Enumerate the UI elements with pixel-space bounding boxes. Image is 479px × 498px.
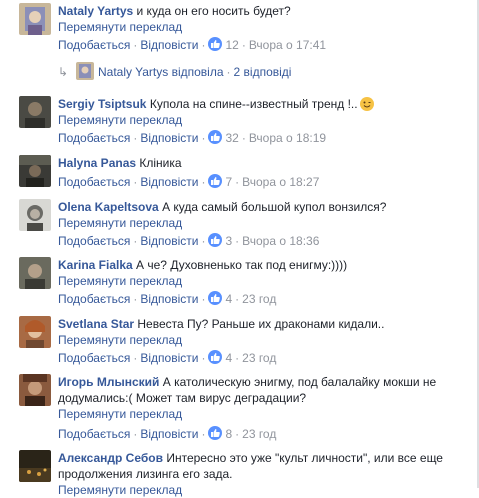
comment-body: Игорь Млынский А католическую энигму, по…	[58, 374, 468, 422]
wink-emoji-icon	[359, 97, 374, 111]
avatar[interactable]	[19, 199, 51, 231]
comment-author[interactable]: Karina Fialka	[58, 258, 133, 272]
thumbs-up-icon[interactable]	[208, 291, 223, 305]
comment-body: Sergiy Tsiptsuk Купола на спине--известн…	[58, 96, 468, 128]
comment: Александр Себов Интересно это уже "культ…	[0, 450, 476, 497]
comment-actions: Подобається · Відповісти · 8 · 23 год	[58, 426, 277, 441]
comment-time[interactable]: Вчора о 17:41	[249, 38, 326, 52]
comment-text: А куда самый большой купол вонзился?	[162, 200, 387, 214]
comment-author[interactable]: Halyna Panas	[58, 156, 136, 170]
reply-button[interactable]: Відповісти	[140, 38, 198, 52]
comment-actions: Подобається · Відповісти · 7 · Вчора о 18:27	[58, 174, 320, 189]
comment-author[interactable]: Игорь Млынский	[58, 375, 159, 389]
like-count[interactable]: 32	[225, 131, 238, 145]
comment-time[interactable]: Вчора о 18:19	[249, 131, 326, 145]
comment: Svetlana Star Невеста Пу? Раньше их драк…	[0, 316, 476, 371]
like-button[interactable]: Подобається	[58, 175, 130, 189]
comment: Игорь Млынский А католическую энигму, по…	[0, 374, 476, 444]
comment-actions: Подобається · Відповісти · 3 · Вчора о 18:36	[58, 233, 320, 248]
comment-time[interactable]: 23 год	[242, 292, 276, 306]
like-button[interactable]: Подобається	[58, 234, 130, 248]
comment-text: Кліника	[139, 156, 182, 170]
comment-text: и куда он его носить будет?	[136, 4, 291, 18]
thumbs-up-icon[interactable]	[208, 130, 223, 144]
comment-time[interactable]: Вчора о 18:27	[242, 175, 319, 189]
comment-body: Александр Себов Интересно это уже "культ…	[58, 450, 468, 498]
reply-arrow-icon: ↳	[58, 65, 69, 79]
comment: Karina Fialka А че? Духовненько так под …	[0, 257, 476, 312]
like-button[interactable]: Подобається	[58, 292, 130, 306]
comment-text: Купола на спине--известный тренд !..	[149, 97, 358, 111]
comment-actions: Подобається · Відповісти · 12 · Вчора о 17:41	[58, 37, 327, 52]
reply-button[interactable]: Відповісти	[140, 234, 198, 248]
comment: Nataly Yartys и куда он его носить будет…	[0, 3, 476, 83]
see-translation-link[interactable]: Перемянути переклад	[58, 406, 468, 422]
see-translation-link[interactable]: Перемянути переклад	[58, 19, 468, 35]
thumbs-up-icon[interactable]	[208, 233, 223, 247]
like-count[interactable]: 12	[225, 38, 238, 52]
reply-button[interactable]: Відповісти	[140, 175, 198, 189]
reply-button[interactable]: Відповісти	[140, 131, 198, 145]
reply-avatar	[76, 62, 94, 80]
avatar[interactable]	[19, 257, 51, 289]
thumbs-up-icon[interactable]	[208, 174, 223, 188]
see-translation-link[interactable]: Перемянути переклад	[58, 273, 468, 289]
comment-body: Karina Fialka А че? Духовненько так под …	[58, 257, 468, 289]
like-button[interactable]: Подобається	[58, 351, 130, 365]
thumbs-up-icon[interactable]	[208, 350, 223, 364]
avatar[interactable]	[19, 374, 51, 406]
see-translation-link[interactable]: Перемянути переклад	[58, 332, 468, 348]
comment: Halyna Panas Кліника Подобається · Відпові…	[0, 155, 476, 193]
reply-author[interactable]: Nataly Yartys	[98, 65, 168, 79]
comment-text: А че? Духовненько так под енигму:))))	[136, 258, 348, 272]
replies-summary[interactable]: ↳ Nataly Yartys відповіла · 2 відповіді	[58, 62, 291, 82]
comment-author[interactable]: Sergiy Tsiptsuk	[58, 97, 146, 111]
like-button[interactable]: Подобається	[58, 131, 130, 145]
avatar[interactable]	[19, 3, 51, 35]
see-translation-link[interactable]: Перемянути переклад	[58, 482, 468, 498]
comment-time[interactable]: 23 год	[242, 427, 276, 441]
comment-author[interactable]: Александр Себов	[58, 451, 163, 465]
comment: Sergiy Tsiptsuk Купола на спине--известн…	[0, 96, 476, 151]
comment-actions: Подобається · Відповісти · 4 · 23 год	[58, 291, 277, 306]
comment-author[interactable]: Svetlana Star	[58, 317, 134, 331]
comment-text: Невеста Пу? Раньше их драконами кидали..	[137, 317, 385, 331]
avatar[interactable]	[19, 316, 51, 348]
comment: Olena Kapeltsova А куда самый большой ку…	[0, 199, 476, 254]
reply-count[interactable]: 2 відповіді	[234, 65, 292, 79]
comment-time[interactable]: 23 год	[242, 351, 276, 365]
comment-body: Nataly Yartys и куда он его носить будет…	[58, 3, 468, 35]
avatar[interactable]	[19, 96, 51, 128]
comment-body: Halyna Panas Кліника	[58, 155, 468, 171]
comment-actions: Подобається · Відповісти · 32 · Вчора о 18:19	[58, 130, 327, 145]
comment-author[interactable]: Olena Kapeltsova	[58, 200, 159, 214]
like-button[interactable]: Подобається	[58, 38, 130, 52]
like-button[interactable]: Подобається	[58, 427, 130, 441]
thumbs-up-icon[interactable]	[208, 37, 223, 51]
comment-author[interactable]: Nataly Yartys	[58, 4, 133, 18]
thumbs-up-icon[interactable]	[208, 426, 223, 440]
see-translation-link[interactable]: Перемянути переклад	[58, 215, 468, 231]
reply-button[interactable]: Відповісти	[140, 292, 198, 306]
reply-button[interactable]: Відповісти	[140, 351, 198, 365]
comment-body: Svetlana Star Невеста Пу? Раньше их драк…	[58, 316, 468, 348]
avatar[interactable]	[19, 155, 51, 187]
comment-actions: Подобається · Відповісти · 4 · 23 год	[58, 350, 277, 365]
avatar[interactable]	[19, 450, 51, 482]
reply-button[interactable]: Відповісти	[140, 427, 198, 441]
comment-time[interactable]: Вчора о 18:36	[242, 234, 319, 248]
see-translation-link[interactable]: Перемянути переклад	[58, 112, 468, 128]
reply-verb: відповіла	[171, 65, 224, 79]
comment-body: Olena Kapeltsova А куда самый большой ку…	[58, 199, 468, 231]
